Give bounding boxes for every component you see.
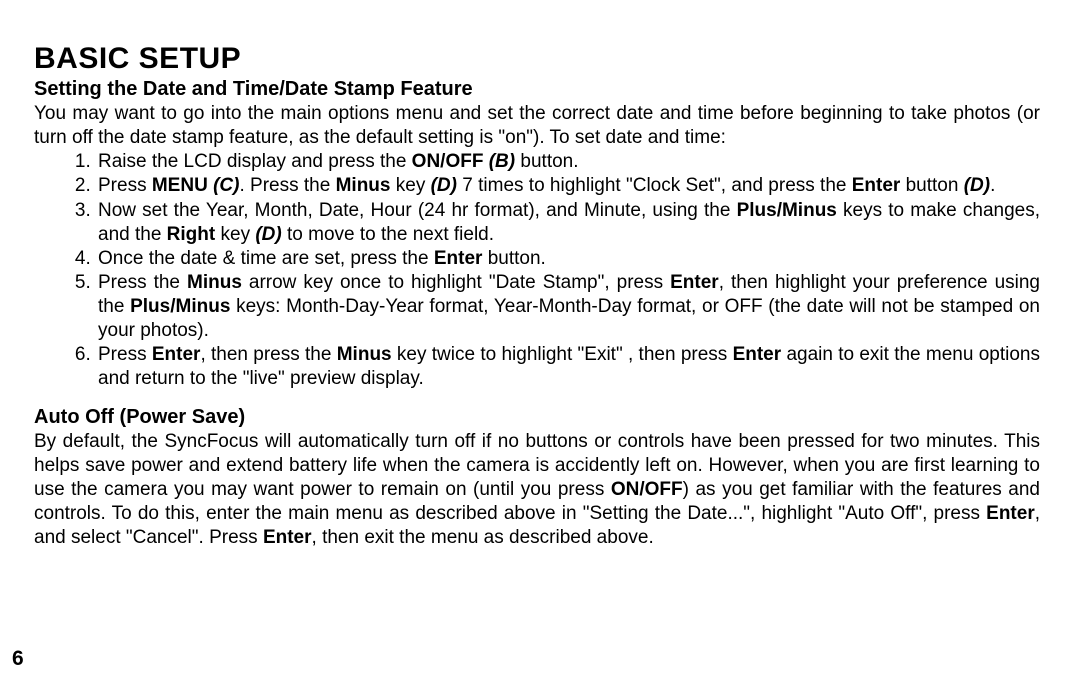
- list-item: Press MENU (C). Press the Minus key (D) …: [96, 174, 1040, 198]
- section-date-heading: Setting the Date and Time/Date Stamp Fea…: [34, 78, 1040, 101]
- section-date-intro: You may want to go into the main options…: [34, 102, 1040, 150]
- section-autooff-body: By default, the SyncFocus will automatic…: [34, 430, 1040, 551]
- list-item: Once the date & time are set, press the …: [96, 247, 1040, 271]
- page-number: 6: [12, 647, 24, 671]
- section-autooff-heading: Auto Off (Power Save): [34, 406, 1040, 429]
- setup-steps: Raise the LCD display and press the ON/O…: [34, 150, 1040, 391]
- list-item: Press Enter, then press the Minus key tw…: [96, 343, 1040, 391]
- page-title: BASIC SETUP: [34, 42, 1040, 76]
- list-item: Now set the Year, Month, Date, Hour (24 …: [96, 199, 1040, 247]
- list-item: Raise the LCD display and press the ON/O…: [96, 150, 1040, 174]
- manual-page: BASIC SETUP Setting the Date and Time/Da…: [0, 0, 1080, 687]
- list-item: Press the Minus arrow key once to highli…: [96, 271, 1040, 343]
